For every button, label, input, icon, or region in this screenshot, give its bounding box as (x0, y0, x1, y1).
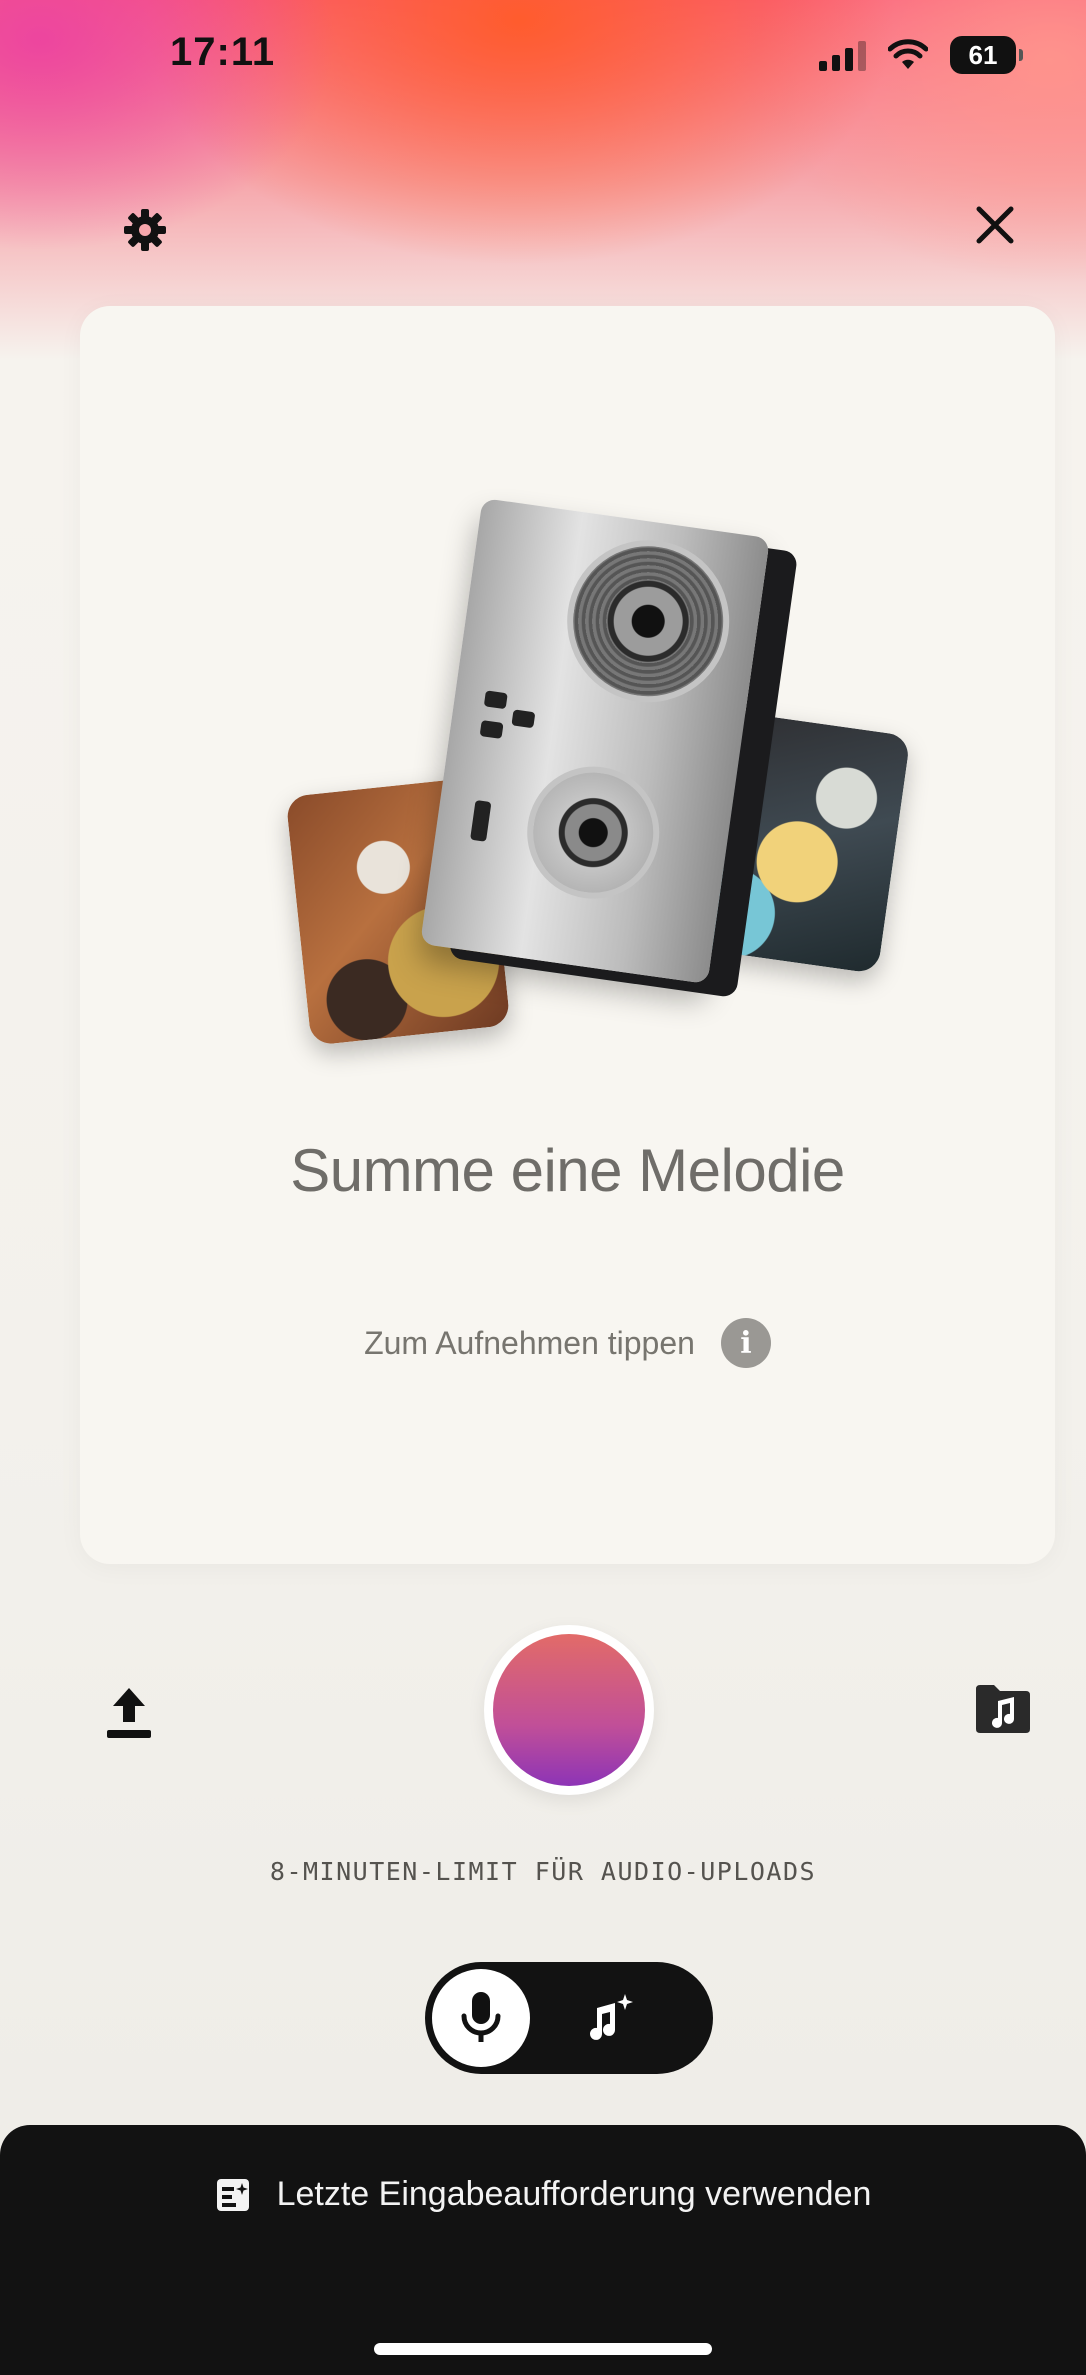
knob (479, 720, 504, 739)
mode-option-microphone[interactable] (432, 1969, 530, 2067)
cellular-signal-icon (819, 39, 866, 71)
upload-icon (107, 1688, 151, 1738)
record-button-fill (493, 1634, 645, 1786)
music-folder-icon (976, 1685, 1030, 1733)
upload-button[interactable] (92, 1675, 166, 1749)
input-mode-toggle (425, 1962, 713, 2074)
gear-icon (124, 209, 166, 251)
illustration-collage (220, 486, 920, 1046)
battery-indicator: 61 (950, 36, 1023, 74)
record-hint: Zum Aufnehmen tippen i (80, 1318, 1055, 1368)
settings-button[interactable] (110, 195, 180, 265)
status-icons: 61 (819, 32, 1023, 78)
microphone-icon (461, 1992, 501, 2042)
close-icon (976, 206, 1014, 244)
prompt-card[interactable]: Summe eine Melodie Zum Aufnehmen tippen … (80, 306, 1055, 1564)
knob (511, 709, 536, 729)
use-last-prompt-button[interactable]: Letzte Eingabeaufforderung verwenden (0, 2175, 1086, 2214)
music-library-button[interactable] (966, 1672, 1040, 1746)
status-time: 17:11 (170, 30, 276, 74)
reel-to-reel-recorder-image (420, 498, 770, 984)
mode-option-music[interactable] (560, 1969, 660, 2067)
home-indicator[interactable] (374, 2343, 712, 2355)
reel-bottom (518, 758, 668, 908)
record-button[interactable] (484, 1625, 654, 1795)
use-last-prompt-label: Letzte Eingabeaufforderung verwenden (276, 2175, 872, 2213)
bottom-sheet: Letzte Eingabeaufforderung verwenden (0, 2125, 1086, 2375)
reel-top (556, 529, 740, 713)
record-hint-label: Zum Aufnehmen tippen (364, 1324, 695, 1361)
close-button[interactable] (960, 190, 1030, 260)
screen: 17:11 61 Summe eine Melodie Zum Aufnehme… (0, 0, 1086, 2375)
upload-limit-notice: 8-MINUTEN-LIMIT FÜR AUDIO-UPLOADS (269, 1857, 817, 1886)
info-icon[interactable]: i (720, 1318, 771, 1368)
knob (470, 799, 492, 842)
prompt-history-icon (216, 2178, 249, 2211)
knob (483, 690, 508, 710)
page-title: Summe eine Melodie (290, 1137, 845, 1204)
music-sparkle-icon (590, 1994, 633, 2040)
wifi-icon (888, 39, 928, 69)
